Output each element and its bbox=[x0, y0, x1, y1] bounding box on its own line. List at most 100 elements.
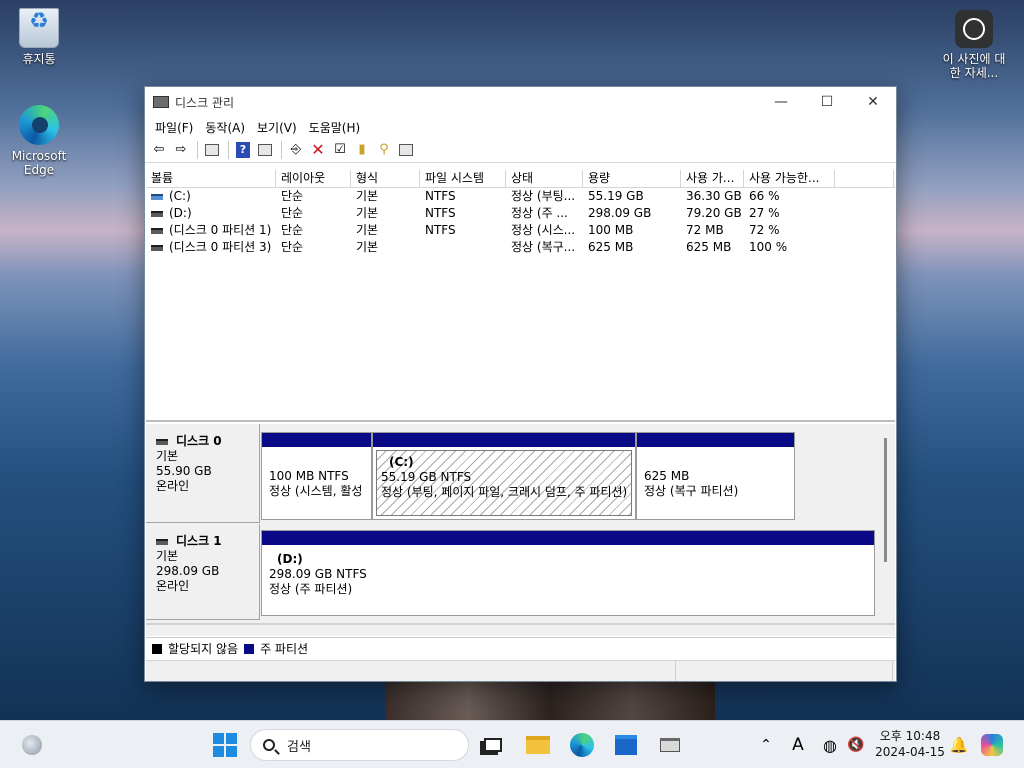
connect-icon[interactable]: ⎆ bbox=[286, 140, 306, 160]
column-header-type[interactable]: 형식 bbox=[351, 170, 420, 187]
column-header-free[interactable]: 사용 가... bbox=[681, 170, 744, 187]
properties-panel-icon[interactable] bbox=[202, 140, 222, 160]
partition-c[interactable]: (C:) 55.19 GB NTFS 정상 (부팅, 페이지 파일, 크래시 덤… bbox=[372, 432, 636, 520]
copilot-icon[interactable] bbox=[978, 731, 1006, 759]
disk-1-row: 디스크 1 기본 298.09 GB 온라인 (D:) 298.09 GB NT… bbox=[146, 524, 878, 620]
ime-indicator[interactable]: A bbox=[784, 731, 812, 759]
check-icon[interactable]: ☑ bbox=[330, 140, 350, 160]
minimize-button[interactable]: — bbox=[758, 87, 804, 117]
volume-free: 625 MB bbox=[686, 240, 732, 254]
unallocated-swatch bbox=[152, 643, 162, 654]
partition-size: 55.19 GB NTFS bbox=[381, 470, 472, 484]
taskbar-search[interactable]: 검색 bbox=[250, 729, 469, 761]
network-icon[interactable]: ◍ bbox=[816, 731, 844, 759]
chevron-up-icon[interactable]: ⌃ bbox=[752, 731, 780, 759]
volume-icon bbox=[151, 193, 163, 200]
volume-layout: 단순 bbox=[281, 206, 304, 220]
partition-system[interactable]: 100 MB NTFS 정상 (시스템, 활성 bbox=[261, 432, 372, 520]
table-row[interactable]: (디스크 0 파티션 1) 단순 기본 NTFS 정상 (시스... 100 M… bbox=[146, 222, 895, 239]
title-bar[interactable]: 디스크 관리 — ☐ ✕ bbox=[145, 87, 896, 117]
volume-status: 정상 (주 ... bbox=[511, 206, 568, 220]
start-button[interactable] bbox=[211, 731, 239, 759]
desktop-icon-about-photo[interactable]: 이 사진에 대한 자세... bbox=[938, 10, 1010, 80]
partition-recovery[interactable]: 625 MB 정상 (복구 파티션) bbox=[636, 432, 795, 520]
edge-taskbar-icon[interactable] bbox=[568, 731, 596, 759]
clock-date: 2024-04-15 bbox=[875, 745, 945, 759]
disk-management-taskbar-icon[interactable] bbox=[656, 731, 684, 759]
volume-type: 기본 bbox=[356, 206, 379, 220]
partition-d[interactable]: (D:) 298.09 GB NTFS 정상 (주 파티션) bbox=[261, 530, 875, 616]
column-header-layout[interactable]: 레이아웃 bbox=[276, 170, 351, 187]
forward-icon[interactable]: ⇨ bbox=[171, 140, 191, 160]
partition-status: 정상 (부팅, 페이지 파일, 크래시 덤프, 주 파티션) bbox=[381, 485, 628, 499]
column-header-status[interactable]: 상태 bbox=[506, 170, 583, 187]
volume-free-percent: 100 % bbox=[749, 240, 788, 254]
partition-size: 298.09 GB NTFS bbox=[269, 567, 367, 581]
volume-status: 정상 (부팅... bbox=[511, 189, 576, 203]
help-icon[interactable]: ? bbox=[233, 140, 253, 160]
desktop-icon-label: Microsoft Edge bbox=[11, 149, 67, 177]
disk-graphical-view: 디스크 0 기본 55.90 GB 온라인 100 MB NTFS 정상 (시스… bbox=[146, 424, 895, 636]
menu-file[interactable]: 파일(F) bbox=[149, 119, 199, 136]
desktop-icon-recycle-bin[interactable]: 휴지통 bbox=[3, 8, 75, 66]
table-row[interactable]: (C:) 단순 기본 NTFS 정상 (부팅... 55.19 GB 36.30… bbox=[146, 188, 895, 205]
notification-bell-icon[interactable]: 🔔 bbox=[945, 731, 973, 759]
volume-filesystem: NTFS bbox=[425, 223, 456, 237]
disk-type: 기본 bbox=[156, 449, 179, 463]
toolbar-separator bbox=[197, 140, 198, 159]
volume-muted-icon[interactable]: 🔇 bbox=[842, 731, 870, 759]
folder-up-icon[interactable]: ▮ bbox=[352, 140, 372, 160]
column-header-extra[interactable] bbox=[835, 170, 894, 187]
column-header-capacity[interactable]: 용량 bbox=[583, 170, 681, 187]
legend: 할당되지 않음 주 파티션 bbox=[146, 637, 895, 659]
maximize-button[interactable]: ☐ bbox=[804, 87, 850, 117]
table-row[interactable]: (D:) 단순 기본 NTFS 정상 (주 ... 298.09 GB 79.2… bbox=[146, 205, 895, 222]
column-header-filesystem[interactable]: 파일 시스템 bbox=[420, 170, 506, 187]
volume-status: 정상 (복구... bbox=[511, 240, 576, 254]
horizontal-scrollbar[interactable] bbox=[146, 623, 895, 625]
task-view-icon[interactable] bbox=[479, 731, 507, 759]
volume-type: 기본 bbox=[356, 189, 379, 203]
store-icon[interactable] bbox=[612, 731, 640, 759]
file-explorer-icon[interactable] bbox=[524, 731, 552, 759]
settings-icon[interactable] bbox=[396, 140, 416, 160]
search-folder-icon[interactable]: ⚲ bbox=[374, 140, 394, 160]
disk-0-info[interactable]: 디스크 0 기본 55.90 GB 온라인 bbox=[146, 424, 260, 523]
wallpaper-rock bbox=[385, 682, 715, 722]
windows-logo-icon bbox=[213, 733, 237, 757]
volume-capacity: 55.19 GB bbox=[588, 189, 644, 203]
menu-bar: 파일(F) 동작(A) 보기(V) 도움말(H) bbox=[145, 117, 896, 137]
disk-name: 디스크 0 bbox=[176, 434, 222, 448]
volume-capacity: 298.09 GB bbox=[588, 206, 652, 220]
disk-state: 온라인 bbox=[156, 479, 190, 493]
taskbar: 검색 ⌃ A ◍ 🔇 오후 10:48 2024-04-15 🔔 bbox=[0, 720, 1024, 768]
menu-help[interactable]: 도움말(H) bbox=[303, 119, 367, 136]
desktop-icon-edge[interactable]: Microsoft Edge bbox=[3, 105, 75, 177]
edge-icon bbox=[19, 105, 59, 145]
delete-icon[interactable]: ✕ bbox=[308, 140, 328, 160]
menu-view[interactable]: 보기(V) bbox=[251, 119, 303, 136]
column-header-free-percent[interactable]: 사용 가능한... bbox=[744, 170, 835, 187]
column-header-volume[interactable]: 볼륨 bbox=[146, 170, 276, 187]
status-panel bbox=[146, 661, 676, 681]
taskbar-clock[interactable]: 오후 10:48 2024-04-15 bbox=[870, 728, 950, 760]
volume-filesystem: NTFS bbox=[425, 189, 456, 203]
status-panel bbox=[676, 661, 893, 681]
table-row[interactable]: (디스크 0 파티션 3) 단순 기본 정상 (복구... 625 MB 625… bbox=[146, 239, 895, 256]
volume-free-percent: 66 % bbox=[749, 189, 780, 203]
view-icon[interactable] bbox=[255, 140, 275, 160]
volume-list: 볼륨 레이아웃 형식 파일 시스템 상태 용량 사용 가... 사용 가능한..… bbox=[146, 170, 895, 422]
back-icon[interactable]: ⇦ bbox=[149, 140, 169, 160]
widgets-icon[interactable] bbox=[18, 731, 46, 759]
disk-1-info[interactable]: 디스크 1 기본 298.09 GB 온라인 bbox=[146, 524, 260, 620]
menu-action[interactable]: 동작(A) bbox=[199, 119, 251, 136]
volume-filesystem: NTFS bbox=[425, 206, 456, 220]
disk-name: 디스크 1 bbox=[176, 534, 222, 548]
volume-icon bbox=[151, 244, 163, 251]
volume-type: 기본 bbox=[356, 223, 379, 237]
vertical-scrollbar[interactable] bbox=[884, 438, 887, 562]
disk-icon bbox=[156, 438, 168, 445]
close-button[interactable]: ✕ bbox=[850, 87, 896, 117]
desktop-icon-label: 휴지통 bbox=[22, 52, 56, 66]
partition-bar bbox=[373, 433, 635, 447]
